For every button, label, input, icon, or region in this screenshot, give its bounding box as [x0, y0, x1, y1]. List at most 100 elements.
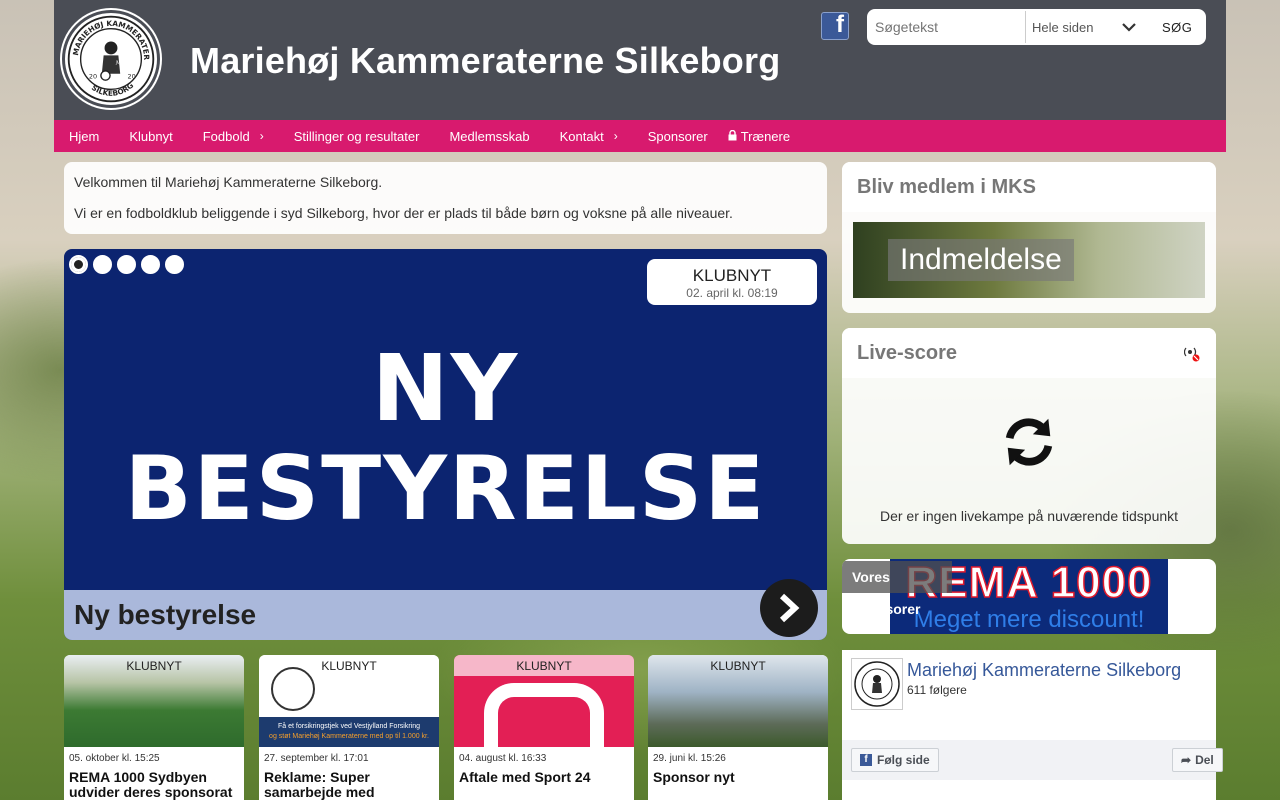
livescore-title: Live-score	[842, 328, 1216, 378]
broadcast-off-icon[interactable]	[1184, 346, 1200, 362]
nav-item-label: Kontakt	[559, 128, 604, 144]
welcome-line-1: Velkommen til Mariehøj Kammeraterne Silk…	[74, 174, 383, 190]
nav-item-stillinger[interactable]: Stillinger og resultater	[279, 129, 435, 144]
slide-caption[interactable]: Ny bestyrelse	[64, 590, 827, 640]
news-date: 05. oktober kl. 15:25	[69, 753, 160, 764]
search-scope-value: Hele siden	[1032, 19, 1094, 35]
nav-item-label: Sponsorer	[647, 128, 708, 144]
nav-item-fodbold[interactable]: Fodbold ›	[188, 129, 279, 144]
nav-item-klubnyt[interactable]: Klubnyt	[114, 129, 187, 144]
search-input[interactable]	[867, 11, 1026, 43]
news-category: KLUBNYT	[454, 655, 634, 676]
join-banner-label: Indmeldelse	[888, 239, 1074, 281]
news-title: Aftale med Sport 24	[459, 769, 591, 785]
svg-text:20: 20	[128, 72, 136, 80]
nav-item-sponsorer[interactable]: Sponsorer	[633, 129, 723, 144]
facebook-action-bar: f Følg side ➦ Del	[842, 740, 1223, 780]
nav-item-traenere[interactable]: Trænere	[723, 129, 805, 144]
news-card[interactable]: KLUBNYT 05. oktober kl. 15:25 REMA 1000 …	[64, 655, 244, 800]
nav-item-kontakt[interactable]: Kontakt ›	[545, 129, 633, 144]
sponsor-slogan: Meget mere discount!	[913, 606, 1145, 633]
news-card[interactable]: KLUBNYT 04. august kl. 16:33 Aftale med …	[454, 655, 634, 800]
site-header: MARIEHØJ KAMMERATERNE SILKEBORG 20 20 MK…	[54, 0, 1226, 120]
news-date: 04. august kl. 16:33	[459, 753, 547, 764]
news-title: REMA 1000 Sydbyen udvider deres sponsora…	[69, 769, 233, 800]
facebook-page-name[interactable]: Mariehøj Kammeraterne Silkeborg	[907, 660, 1181, 681]
news-date: 27. september kl. 17:01	[264, 753, 369, 764]
slide-date: 02. april kl. 08:19	[686, 286, 778, 300]
slider-dot-4[interactable]	[141, 255, 160, 274]
slider-dot-3[interactable]	[117, 255, 136, 274]
nav-item-label: Stillinger og resultater	[293, 128, 420, 144]
svg-text:20: 20	[89, 72, 97, 80]
news-category: KLUBNYT	[710, 659, 766, 673]
join-title: Bliv medlem i MKS	[842, 162, 1216, 212]
nav-item-label: Medlemsskab	[449, 128, 530, 144]
livescore-title-text: Live-score	[857, 342, 958, 364]
facebook-followers: 611 følgere	[907, 683, 967, 697]
nav-item-label: Klubnyt	[129, 128, 173, 144]
welcome-box: Velkommen til Mariehøj Kammeraterne Silk…	[64, 162, 827, 234]
slider-next-button[interactable]	[760, 579, 818, 637]
site-title[interactable]: Mariehøj Kammeraterne Silkeborg	[190, 40, 780, 82]
chevron-right-icon	[779, 593, 800, 623]
club-logo[interactable]: MARIEHØJ KAMMERATERNE SILKEBORG 20 20 MK…	[62, 10, 160, 108]
slide-image-line-2: BESTYRELSE	[124, 437, 767, 540]
search-scope-select[interactable]: Hele siden	[1026, 20, 1146, 35]
slider-dot-1[interactable]	[69, 255, 88, 274]
news-image-text-1: Få et forsikringstjek ved Vestjylland Fo…	[278, 723, 420, 730]
chevron-right-icon: ›	[259, 129, 264, 143]
refresh-icon[interactable]	[1000, 413, 1058, 471]
news-slider[interactable]: KLUBNYT 02. april kl. 08:19 NY BESTYRELS…	[64, 249, 827, 640]
share-icon: ➦	[1181, 753, 1192, 767]
slider-dot-2[interactable]	[93, 255, 112, 274]
slide-badge: KLUBNYT 02. april kl. 08:19	[647, 259, 817, 305]
news-image: KLUBNYT	[454, 655, 634, 747]
sponsor-label: Vores sponsorer	[842, 561, 952, 617]
news-category: KLUBNYT	[126, 659, 182, 673]
news-image: KLUBNYT Få et forsikringstjek ved Vestjy…	[259, 655, 439, 747]
welcome-line-2: Vi er en fodboldklub beliggende i syd Si…	[74, 205, 733, 221]
chevron-down-icon	[1122, 20, 1136, 35]
nav-item-label: Hjem	[69, 128, 100, 144]
news-image: KLUBNYT	[64, 655, 244, 747]
club-logo[interactable]	[851, 658, 903, 710]
news-image-banner: Få et forsikringstjek ved Vestjylland Fo…	[259, 717, 439, 747]
chevron-right-icon: ›	[613, 129, 618, 143]
lock-icon	[728, 129, 737, 144]
facebook-share-button[interactable]: ➦ Del	[1172, 748, 1223, 772]
livescore-widget: Live-score Der er ingen livekampe på nuv…	[842, 328, 1216, 544]
facebook-follow-label: Følg side	[877, 753, 930, 767]
slide-image-text: NY BESTYRELSE	[64, 339, 827, 539]
page-container: MARIEHØJ KAMMERATERNE SILKEBORG 20 20 MK…	[54, 0, 1226, 800]
news-title: Reklame: Super samarbejde med	[264, 769, 375, 800]
join-banner[interactable]: Indmeldelse	[853, 222, 1205, 298]
news-image-text-2: og støt Mariehøj Kammeraterne med op til…	[269, 733, 429, 740]
search-button[interactable]: SØG	[1146, 20, 1192, 35]
join-widget: Bliv medlem i MKS Indmeldelse	[842, 162, 1216, 313]
facebook-icon: f	[860, 754, 872, 766]
nav-item-hjem[interactable]: Hjem	[54, 129, 114, 144]
club-logo	[271, 667, 315, 711]
news-date: 29. juni kl. 15:26	[653, 753, 726, 764]
slide-image-line-1: NY	[371, 335, 520, 442]
facebook-icon[interactable]: f	[821, 11, 849, 40]
livescore-message: Der er ingen livekampe på nuværende tids…	[879, 508, 1179, 524]
sport24-logo	[484, 683, 604, 747]
facebook-share-label: Del	[1195, 753, 1214, 767]
main-nav: Hjem Klubnyt Fodbold › Stillinger og resu…	[54, 120, 1226, 152]
sponsor-widget: Vores sponsorer REMA 1000 Meget mere dis…	[842, 559, 1216, 634]
nav-item-medlemsskab[interactable]: Medlemsskab	[434, 129, 544, 144]
news-card[interactable]: KLUBNYT Få et forsikringstjek ved Vestjy…	[259, 655, 439, 800]
slide-category: KLUBNYT	[692, 266, 772, 285]
search-bar: Hele siden SØG	[867, 9, 1206, 45]
slider-dot-5[interactable]	[165, 255, 184, 274]
news-card[interactable]: KLUBNYT 29. juni kl. 15:26 Sponsor nyt	[648, 655, 828, 800]
slider-dots	[69, 255, 184, 274]
news-title: Sponsor nyt	[653, 769, 735, 785]
club-logo-emblem: MARIEHØJ KAMMERATERNE SILKEBORG 20 20 MK…	[65, 12, 155, 103]
news-image: KLUBNYT	[648, 655, 828, 747]
facebook-follow-button[interactable]: f Følg side	[851, 748, 939, 772]
svg-text:MKS: MKS	[115, 61, 130, 67]
nav-item-label: Trænere	[740, 128, 791, 144]
